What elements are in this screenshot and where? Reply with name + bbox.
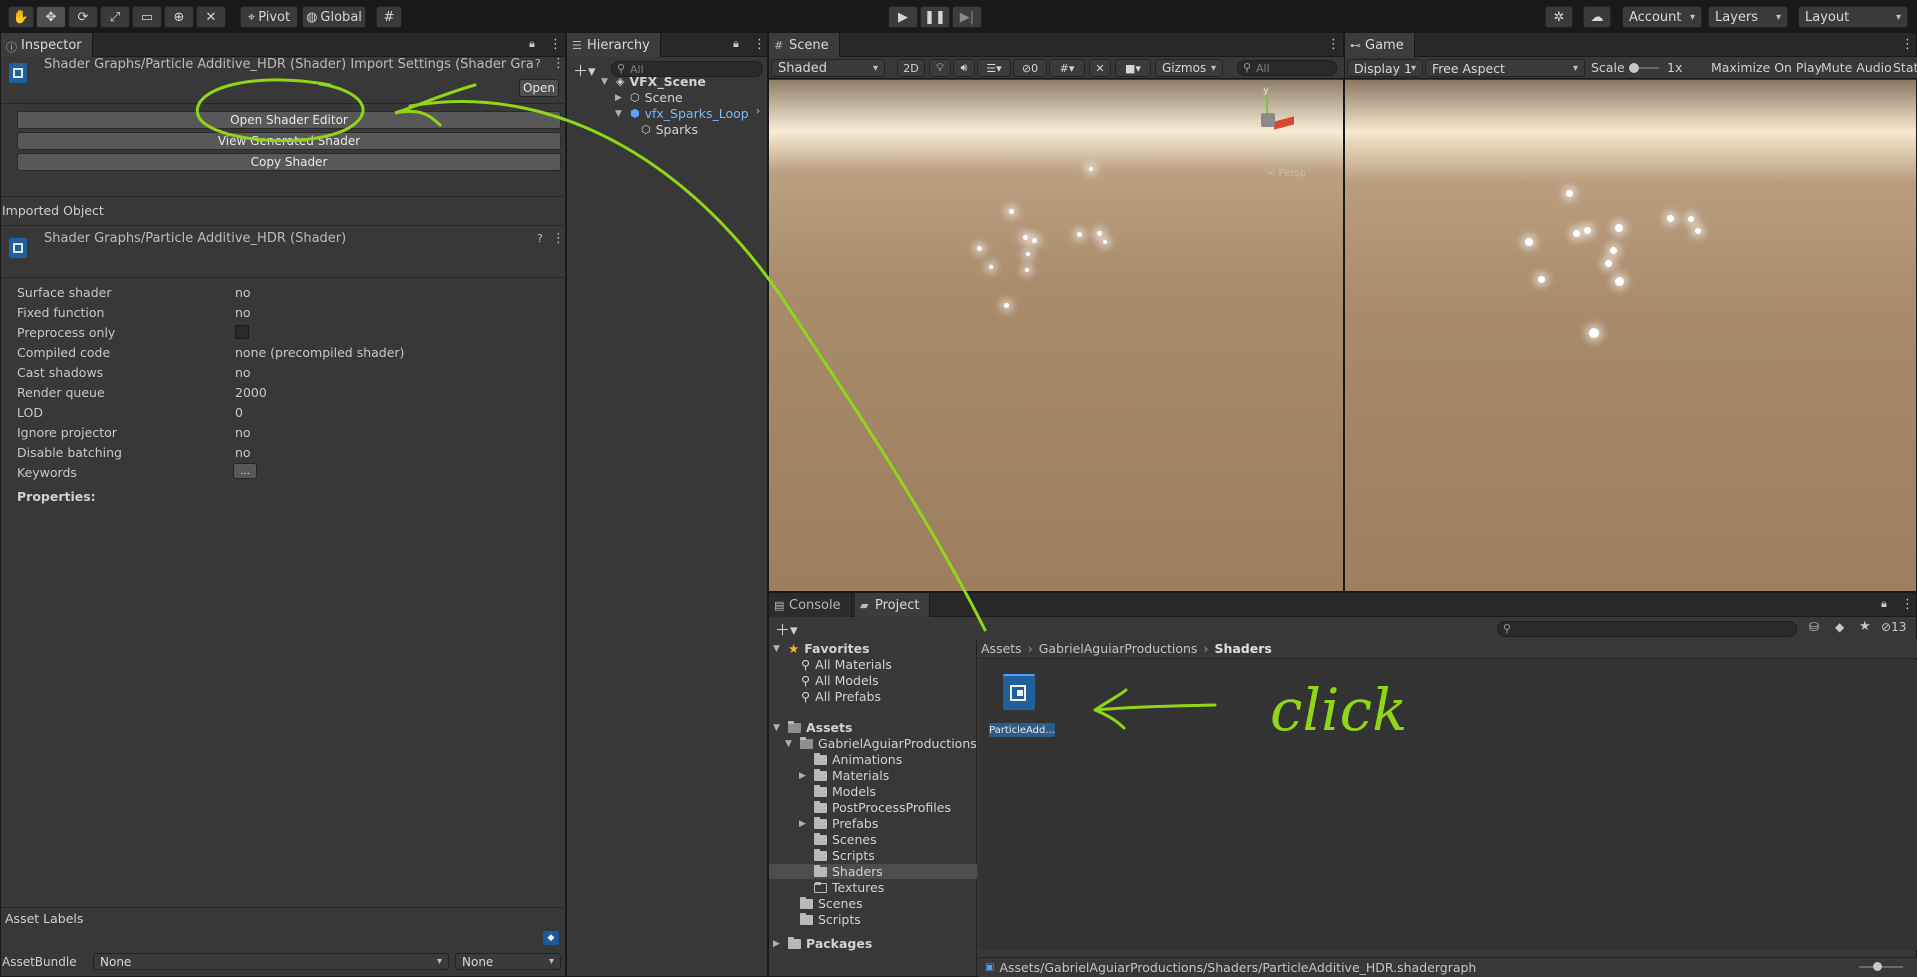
curved-arrow-line <box>408 100 987 632</box>
click-annotation-text: click <box>1270 676 1407 744</box>
pointer-arrow-head <box>394 83 477 127</box>
highlight-circle <box>195 78 365 143</box>
annotation-overlay: click <box>195 78 1407 744</box>
click-arrow-head <box>1093 708 1126 730</box>
click-arrow <box>1094 688 1217 712</box>
